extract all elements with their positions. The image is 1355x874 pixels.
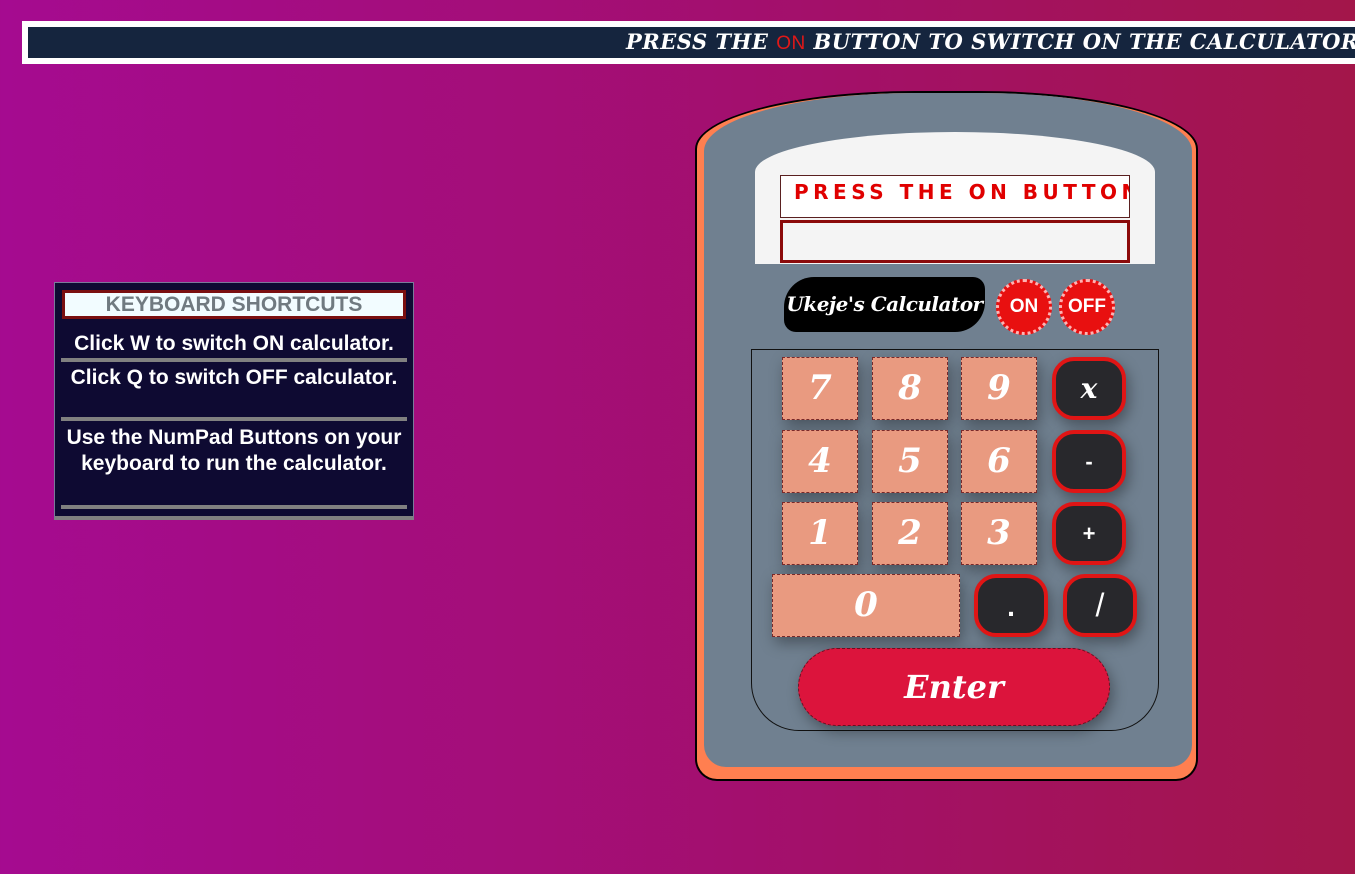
key-9[interactable]: 9 bbox=[961, 357, 1037, 420]
off-button[interactable]: OFF bbox=[1059, 279, 1115, 335]
on-button[interactable]: ON bbox=[996, 279, 1052, 335]
divide-button[interactable]: / bbox=[1063, 574, 1137, 637]
key-2[interactable]: 2 bbox=[872, 502, 948, 565]
key-7[interactable]: 7 bbox=[782, 357, 858, 420]
enter-button[interactable]: Enter bbox=[798, 648, 1110, 726]
shortcut-item-off: Click Q to switch OFF calculator. bbox=[61, 365, 407, 421]
key-5[interactable]: 5 bbox=[872, 430, 948, 493]
key-1[interactable]: 1 bbox=[782, 502, 858, 565]
calculator-face: PRESS THE ON BUTTON Ukeje's Calculator O… bbox=[704, 93, 1192, 767]
banner-text: PRESS THE ON BUTTON TO SWITCH ON THE CAL… bbox=[626, 28, 1355, 58]
display-message: PRESS THE ON BUTTON bbox=[780, 175, 1130, 218]
decimal-button[interactable]: . bbox=[974, 574, 1048, 637]
keyboard-shortcuts-panel: KEYBOARD SHORTCUTS Click W to switch ON … bbox=[54, 282, 414, 520]
shortcut-item-numpad: Use the NumPad Buttons on your keyboard … bbox=[61, 425, 407, 509]
multiply-button[interactable]: x bbox=[1052, 357, 1126, 420]
keypad: 7 8 9 x 4 5 6 - 1 2 3 + 0 . / Enter bbox=[751, 349, 1159, 731]
shortcut-item-on: Click W to switch ON calculator. bbox=[61, 331, 407, 362]
key-0[interactable]: 0 bbox=[772, 574, 960, 637]
key-3[interactable]: 3 bbox=[961, 502, 1037, 565]
display-input[interactable] bbox=[780, 220, 1130, 263]
shortcuts-title: KEYBOARD SHORTCUTS bbox=[62, 290, 406, 319]
banner-prefix: PRESS THE bbox=[626, 29, 777, 54]
subtract-button[interactable]: - bbox=[1052, 430, 1126, 493]
key-4[interactable]: 4 bbox=[782, 430, 858, 493]
brand-logo: Ukeje's Calculator bbox=[784, 277, 985, 332]
key-6[interactable]: 6 bbox=[961, 430, 1037, 493]
key-8[interactable]: 8 bbox=[872, 357, 948, 420]
calculator-body: PRESS THE ON BUTTON Ukeje's Calculator O… bbox=[695, 91, 1198, 781]
banner-on-word: ON bbox=[776, 33, 806, 54]
banner-suffix: BUTTON TO SWITCH ON THE CALCULATOR! bbox=[805, 29, 1355, 54]
add-button[interactable]: + bbox=[1052, 502, 1126, 565]
banner-strip: PRESS THE ON BUTTON TO SWITCH ON THE CAL… bbox=[28, 27, 1355, 58]
instruction-banner: PRESS THE ON BUTTON TO SWITCH ON THE CAL… bbox=[22, 21, 1355, 64]
